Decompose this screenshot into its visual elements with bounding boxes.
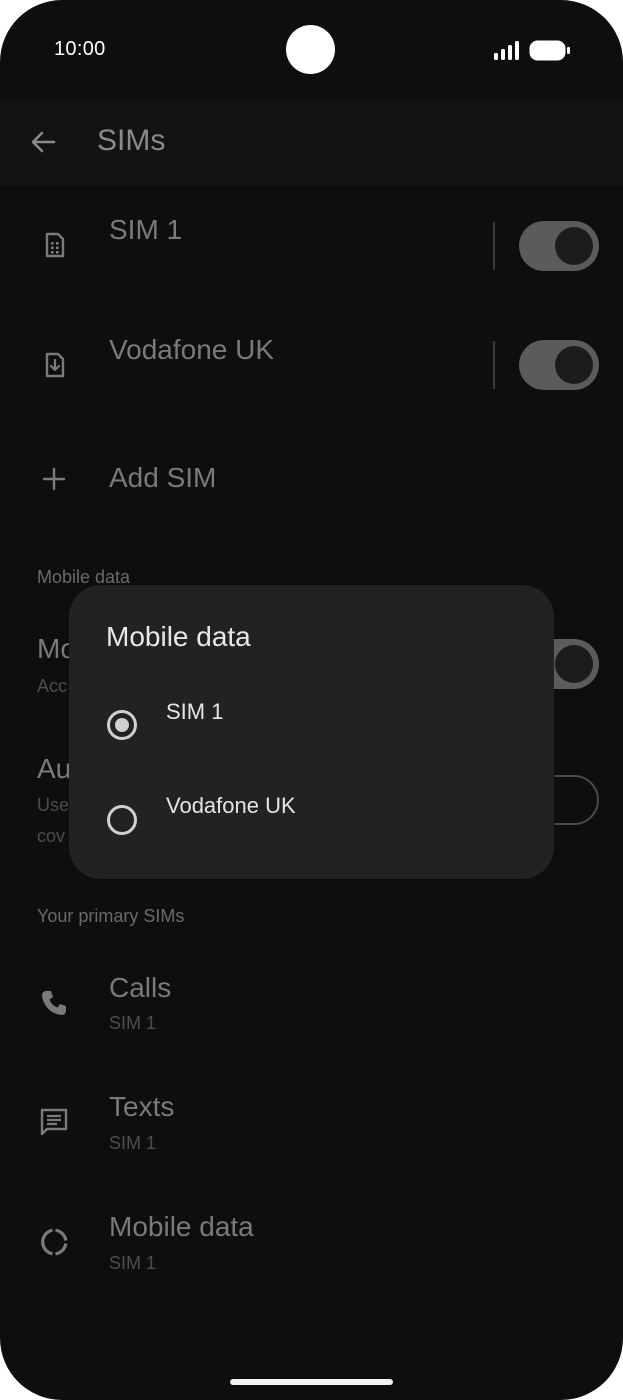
radio-selected-icon[interactable]	[107, 710, 137, 740]
phone-screen: 10:00 SIMs SIM 1 Vodafone UK Add SIM Mob…	[0, 0, 623, 1400]
phone-icon	[42, 991, 66, 1015]
status-bar: 10:00	[0, 0, 623, 100]
sim1-label: SIM 1	[109, 214, 183, 245]
auto-switch-row-title: Au	[37, 753, 72, 784]
primary-mobile-data-value: SIM 1	[109, 1253, 157, 1273]
primary-mobile-data-title: Mobile data	[109, 1211, 254, 1242]
texts-title: Texts	[109, 1091, 175, 1122]
vodafone-toggle[interactable]	[519, 340, 599, 390]
auto-switch-row-subtitle-2: cov	[37, 826, 66, 846]
esim-download-icon	[45, 352, 65, 378]
auto-switch-row-subtitle: Use	[37, 795, 70, 815]
add-sim-label: Add SIM	[109, 462, 217, 493]
battery-icon	[529, 40, 570, 61]
dialog-option-sim1[interactable]: SIM 1	[69, 692, 554, 762]
camera-cutout	[286, 25, 335, 74]
dialog-option-vodafone[interactable]: Vodafone UK	[69, 786, 554, 856]
back-arrow-icon[interactable]	[28, 127, 58, 157]
mobile-data-row-subtitle: Acc	[37, 676, 68, 696]
dialog-option-label: SIM 1	[166, 699, 224, 724]
mobile-data-dialog: Mobile data SIM 1 Vodafone UK	[69, 585, 554, 879]
dialog-option-label: Vodafone UK	[166, 793, 296, 818]
calls-value: SIM 1	[109, 1013, 157, 1033]
radio-unselected-icon[interactable]	[107, 805, 137, 835]
home-indicator[interactable]	[230, 1379, 393, 1385]
sim-card-icon	[45, 232, 65, 258]
plus-icon	[42, 467, 66, 491]
status-time: 10:00	[54, 38, 106, 60]
signal-icon	[494, 41, 519, 60]
divider	[493, 222, 495, 270]
data-usage-icon	[41, 1228, 68, 1256]
app-bar	[0, 100, 623, 186]
texts-value: SIM 1	[109, 1133, 157, 1153]
message-icon	[40, 1108, 68, 1136]
primary-sims-section-header: Your primary SIMs	[37, 906, 185, 926]
sim1-toggle[interactable]	[519, 221, 599, 271]
vodafone-label: Vodafone UK	[109, 334, 275, 365]
calls-title: Calls	[109, 972, 172, 1003]
dialog-title: Mobile data	[106, 621, 251, 652]
divider	[493, 341, 495, 389]
page-title: SIMs	[97, 124, 166, 157]
